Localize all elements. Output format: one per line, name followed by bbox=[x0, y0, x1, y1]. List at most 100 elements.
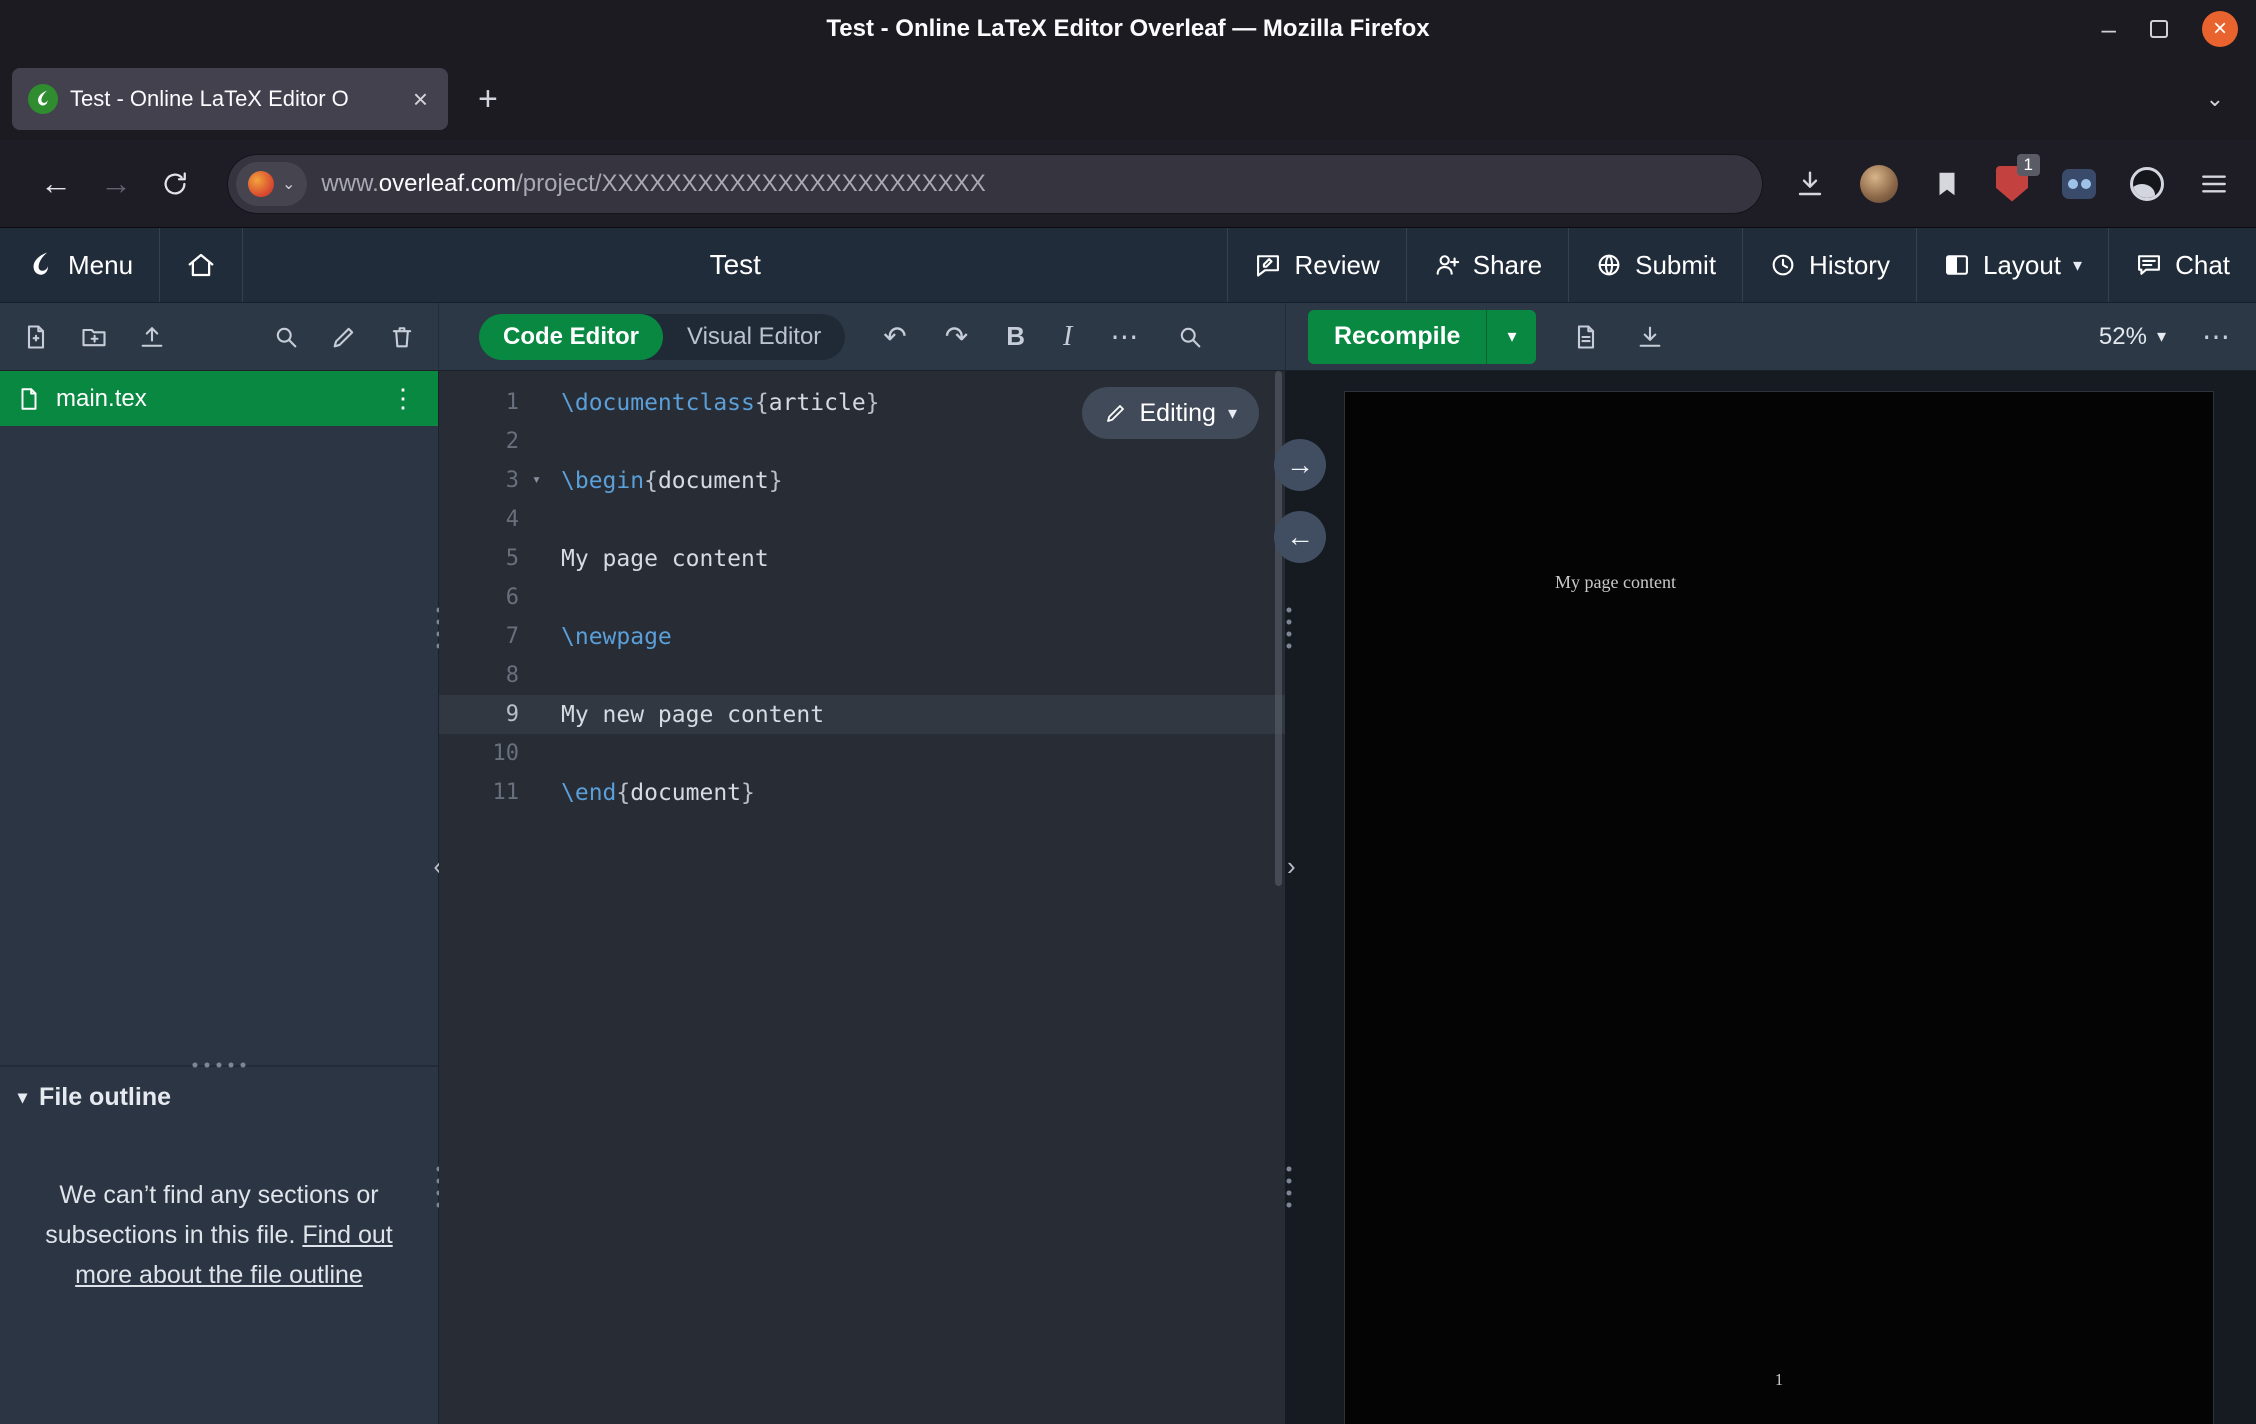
code-line[interactable]: 11\end{document} bbox=[439, 773, 1285, 812]
code-line[interactable]: 9My new page content bbox=[439, 695, 1285, 734]
code-text: My page content bbox=[545, 546, 769, 572]
main-area: main.tex ⋮ ‹ ▾ File outline We can’t fin… bbox=[0, 371, 2256, 1424]
code-line[interactable]: 5My page content bbox=[439, 539, 1285, 578]
file-tree-item-maintex[interactable]: main.tex ⋮ bbox=[0, 371, 438, 426]
layout-button[interactable]: Layout ▾ bbox=[1917, 228, 2108, 302]
redo-icon[interactable]: ↷ bbox=[945, 320, 968, 353]
forward-button[interactable]: → bbox=[86, 165, 146, 202]
expand-editor-arrow-button[interactable]: ← bbox=[1274, 511, 1326, 563]
share-label: Share bbox=[1473, 250, 1542, 281]
minimize-button[interactable]: – bbox=[2102, 14, 2116, 45]
submit-button[interactable]: Submit bbox=[1569, 228, 1742, 302]
mask-extension-icon[interactable] bbox=[2062, 169, 2096, 199]
collapse-editor-icon[interactable]: › bbox=[1287, 851, 1296, 882]
italic-icon[interactable]: I bbox=[1063, 321, 1072, 353]
history-button[interactable]: History bbox=[1743, 228, 1916, 302]
downloads-icon[interactable] bbox=[1794, 168, 1826, 200]
account-avatar[interactable] bbox=[1860, 165, 1898, 203]
tab-close-icon[interactable]: × bbox=[409, 84, 432, 115]
code-line[interactable]: 3▾\begin{document} bbox=[439, 461, 1285, 500]
line-number: 9 bbox=[439, 702, 545, 727]
search-file-icon[interactable] bbox=[272, 323, 300, 351]
code-line[interactable]: 4 bbox=[439, 500, 1285, 539]
window-title: Test - Online LaTeX Editor Overleaf — Mo… bbox=[0, 15, 2256, 43]
share-button[interactable]: Share bbox=[1407, 228, 1568, 302]
bookmark-extension-icon[interactable] bbox=[1932, 169, 1962, 199]
editing-mode-dropdown[interactable]: Editing ▾ bbox=[1082, 387, 1260, 439]
visual-editor-tab[interactable]: Visual Editor bbox=[663, 314, 845, 360]
window-titlebar: Test - Online LaTeX Editor Overleaf — Mo… bbox=[0, 0, 2256, 58]
pdf-content-text: My page content bbox=[1555, 572, 1676, 593]
zoom-control[interactable]: 52% ▾ bbox=[2099, 323, 2166, 351]
upload-icon[interactable] bbox=[138, 323, 166, 351]
search-in-file-icon[interactable] bbox=[1176, 323, 1204, 351]
file-outline-header[interactable]: ▾ File outline bbox=[0, 1067, 438, 1127]
chat-label: Chat bbox=[2175, 250, 2230, 281]
menu-label: Menu bbox=[68, 250, 133, 281]
recompile-button[interactable]: Recompile bbox=[1308, 322, 1486, 351]
code-editor-tab[interactable]: Code Editor bbox=[479, 314, 663, 360]
more-tools-icon[interactable]: ⋯ bbox=[1110, 320, 1138, 353]
expand-pdf-arrow-button[interactable]: → bbox=[1274, 439, 1326, 491]
bold-icon[interactable]: B bbox=[1006, 321, 1025, 352]
hamburger-menu-icon[interactable] bbox=[2198, 168, 2230, 200]
divider-resize-handle[interactable] bbox=[1283, 604, 1295, 654]
code-text: \newpage bbox=[545, 624, 672, 650]
home-button[interactable] bbox=[160, 228, 242, 302]
outline-resize-handle[interactable] bbox=[190, 1059, 248, 1071]
chevron-down-icon: ⌄ bbox=[282, 174, 295, 194]
code-editor-pane[interactable]: 1\documentclass{article}23▾\begin{docume… bbox=[439, 371, 1285, 1424]
undo-icon[interactable]: ↶ bbox=[883, 320, 906, 353]
list-all-tabs-icon[interactable]: ⌄ bbox=[2194, 86, 2236, 112]
recompile-options-icon[interactable]: ▾ bbox=[1487, 326, 1536, 347]
rename-pencil-icon[interactable] bbox=[330, 323, 358, 351]
code-line[interactable]: 6 bbox=[439, 578, 1285, 617]
file-outline-section: ▾ File outline We can’t find any section… bbox=[0, 1065, 438, 1424]
submit-label: Submit bbox=[1635, 250, 1716, 281]
editor-toolbar: Code Editor Visual Editor ↶ ↷ B I ⋯ Reco… bbox=[0, 303, 2256, 371]
editing-mode-label: Editing bbox=[1140, 399, 1216, 428]
new-folder-icon[interactable] bbox=[80, 323, 108, 351]
pane-divider[interactable]: → ← › bbox=[1285, 371, 1338, 1424]
review-button[interactable]: Review bbox=[1228, 228, 1405, 302]
menu-button[interactable]: Menu bbox=[0, 228, 159, 302]
pdf-toolbar: Recompile ▾ 52% ▾ ⋯ bbox=[1285, 303, 2256, 370]
compile-log-icon[interactable] bbox=[1572, 323, 1600, 351]
project-title: Test bbox=[243, 228, 1227, 302]
code-line[interactable]: 10 bbox=[439, 734, 1285, 773]
new-file-icon[interactable] bbox=[22, 323, 50, 351]
browser-tab[interactable]: Test - Online LaTeX Editor O × bbox=[12, 68, 448, 130]
pdf-preview-pane[interactable]: My page content 1 bbox=[1338, 371, 2256, 1424]
back-button[interactable]: ← bbox=[26, 165, 86, 202]
chat-button[interactable]: Chat bbox=[2109, 228, 2256, 302]
chevron-down-icon: ▾ bbox=[18, 1087, 27, 1108]
overleaf-logo-icon bbox=[26, 250, 56, 280]
code-text: \documentclass{article} bbox=[545, 390, 880, 416]
reload-button[interactable] bbox=[146, 169, 204, 199]
divider-resize-handle[interactable] bbox=[1283, 1163, 1295, 1213]
tab-title: Test - Online LaTeX Editor O bbox=[70, 86, 397, 112]
site-identity-button[interactable]: ⌄ bbox=[236, 162, 307, 206]
delete-trash-icon[interactable] bbox=[388, 323, 416, 351]
chevron-down-icon: ▾ bbox=[2073, 255, 2082, 276]
new-tab-button[interactable]: + bbox=[468, 80, 508, 119]
chevron-down-icon: ▾ bbox=[1228, 403, 1237, 424]
ublock-extension-icon[interactable]: 1 bbox=[1996, 166, 2028, 202]
zoom-level: 52% bbox=[2099, 323, 2147, 351]
maximize-button[interactable] bbox=[2150, 20, 2168, 38]
line-number: 5 bbox=[439, 546, 545, 571]
pdf-page: My page content 1 bbox=[1344, 391, 2214, 1424]
file-menu-kebab-icon[interactable]: ⋮ bbox=[384, 383, 422, 414]
code-line[interactable]: 7\newpage bbox=[439, 617, 1285, 656]
download-pdf-icon[interactable] bbox=[1636, 323, 1664, 351]
line-number: 4 bbox=[439, 507, 545, 532]
line-number: 6 bbox=[439, 585, 545, 610]
url-bar[interactable]: ⌄ www.overleaf.com/project/XXXXXXXXXXXXX… bbox=[228, 155, 1762, 213]
code-text: \begin{document} bbox=[545, 468, 783, 494]
code-line[interactable]: 8 bbox=[439, 656, 1285, 695]
pdf-more-icon[interactable]: ⋯ bbox=[2202, 320, 2230, 353]
close-button[interactable]: × bbox=[2202, 11, 2238, 47]
overleaf-header: Menu Test Review Share Submit History La… bbox=[0, 228, 2256, 303]
darkmode-extension-icon[interactable] bbox=[2130, 167, 2164, 201]
fold-arrow-icon[interactable]: ▾ bbox=[532, 470, 541, 488]
